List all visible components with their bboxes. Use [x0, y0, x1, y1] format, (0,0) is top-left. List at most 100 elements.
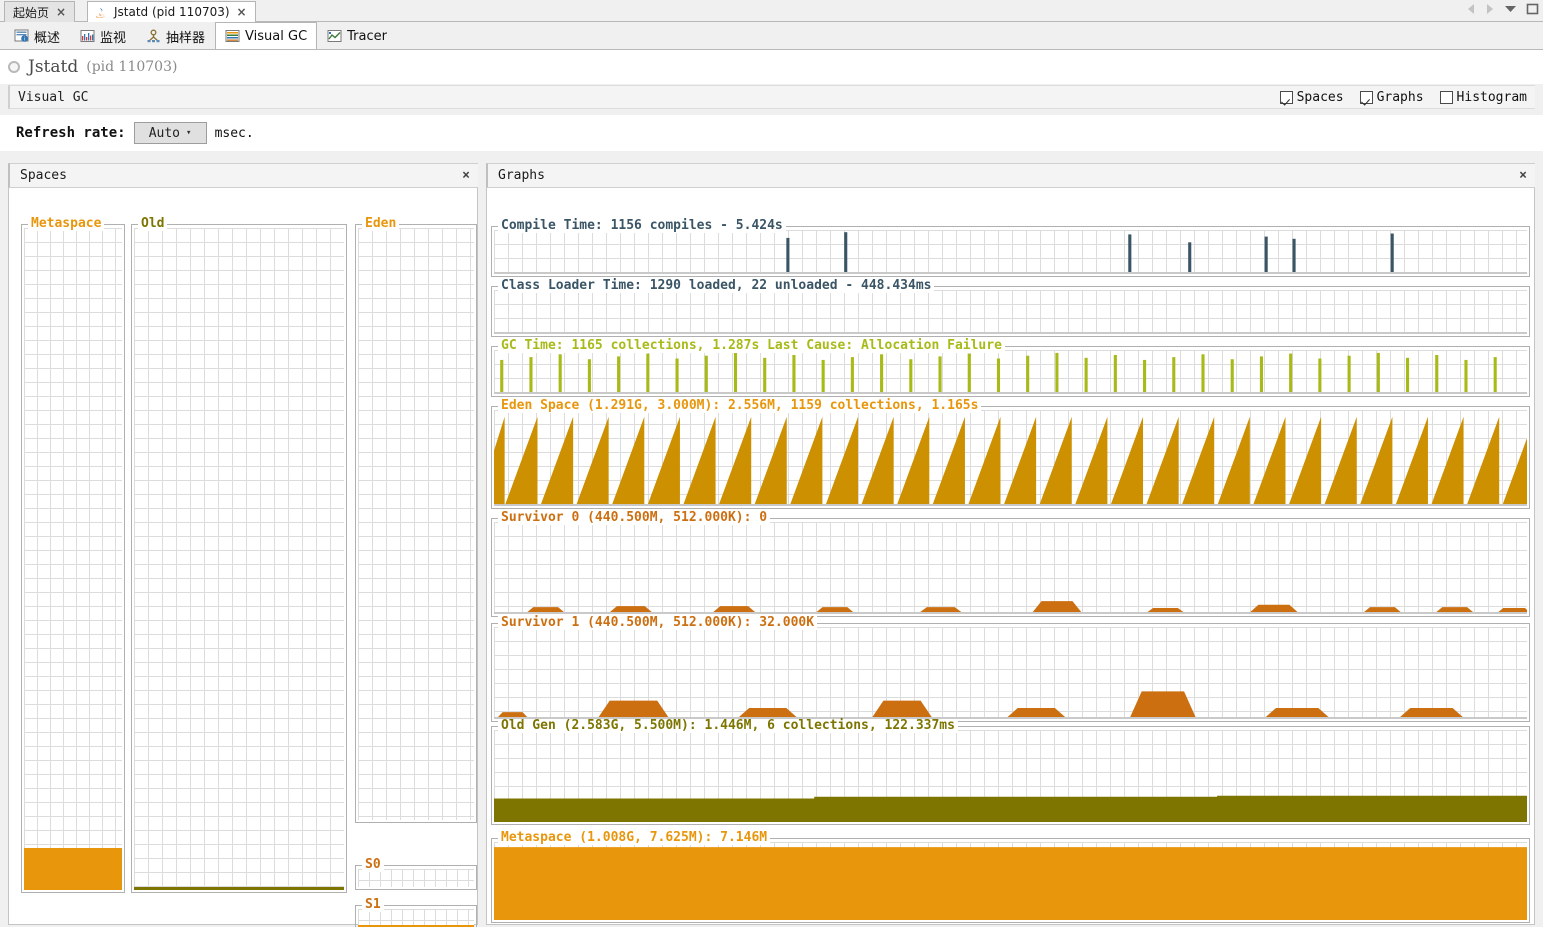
- checkbox-spaces[interactable]: Spaces: [1279, 89, 1344, 105]
- subtab-visual-gc[interactable]: Visual GC: [215, 22, 318, 49]
- subtab-overview[interactable]: i 概述: [4, 22, 70, 49]
- tab-start-page[interactable]: 起始页 ×: [4, 1, 76, 22]
- graph-survivor-0-title: Survivor 0 (440.500M, 512.000K): 0: [498, 511, 771, 525]
- graph-survivor-1-plot-area: [494, 627, 1527, 719]
- graph-old-gen-plot-area: [494, 730, 1527, 822]
- graphs-body: Compile Time: 1156 compiles - 5.424s Clas…: [486, 188, 1535, 925]
- graph-baseline: [494, 820, 1527, 822]
- visual-gc-viewbar: Visual GC Spaces Graphs Histogram: [8, 85, 1535, 109]
- space-cell-s0-label: S0: [362, 858, 384, 872]
- visualvm-window: 起始页 × Jstatd (pid 110703) × i 概述 监视 抽样器 …: [0, 0, 1543, 927]
- tab-jstatd-label: Jstatd (pid 110703): [114, 5, 230, 19]
- subtab-visual-gc-label: Visual GC: [245, 28, 308, 44]
- space-cell-old[interactable]: Old: [131, 217, 347, 893]
- window-tabstrip: 起始页 × Jstatd (pid 110703) ×: [0, 0, 1543, 22]
- scroll-left-icon[interactable]: [1466, 3, 1476, 18]
- graph-baseline: [494, 272, 1527, 274]
- graph-baseline: [494, 612, 1527, 614]
- graph-old-gen[interactable]: Old Gen (2.583G, 5.500M): 1.446M, 6 coll…: [491, 719, 1530, 825]
- refresh-rate-select[interactable]: Auto ▾: [133, 122, 207, 144]
- subtab-sampler[interactable]: 抽样器: [136, 22, 215, 49]
- refresh-rate-label: Refresh rate:: [16, 125, 126, 141]
- space-cell-s1-label: S1: [362, 898, 384, 912]
- refresh-rate-unit: msec.: [214, 125, 254, 141]
- space-cell-metaspace-label: Metaspace: [28, 217, 105, 231]
- graph-metaspace-plot-area: [494, 842, 1527, 920]
- grid: [24, 228, 122, 890]
- java-icon: [95, 6, 109, 19]
- graphs-panel: Graphs × Compile Time: 1156 compiles - 5…: [486, 163, 1535, 925]
- spaces-panel: Spaces × Metaspace Old Eden S0 S1: [8, 163, 478, 927]
- graph-gc-time[interactable]: GC Time: 1165 collections, 1.287s Last C…: [491, 339, 1530, 397]
- spaces-body: Metaspace Old Eden S0 S1: [8, 188, 478, 927]
- graph-metaspace[interactable]: Metaspace (1.008G, 7.625M): 7.146M: [491, 831, 1530, 923]
- space-cell-s0[interactable]: S0: [355, 858, 477, 890]
- graph-eden-space-plot-area: [494, 410, 1527, 506]
- application-header: Jstatd (pid 110703): [0, 50, 1543, 84]
- space-cell-metaspace-fill: [24, 848, 122, 890]
- close-icon[interactable]: ×: [1519, 168, 1527, 183]
- refresh-rate-row: Refresh rate: Auto ▾ msec.: [0, 115, 1543, 151]
- graphs-panel-header: Graphs ×: [486, 163, 1535, 188]
- viewbar-title: Visual GC: [18, 89, 89, 105]
- graph-baseline: [494, 332, 1527, 334]
- grid: [358, 228, 474, 820]
- graph-baseline: [494, 504, 1527, 506]
- graph-class-loader-time-plot-area: [494, 290, 1527, 334]
- graph-eden-space-title: Eden Space (1.291G, 3.000M): 2.556M, 115…: [498, 399, 982, 413]
- checkbox-histogram[interactable]: Histogram: [1439, 90, 1527, 105]
- graph-compile-time[interactable]: Compile Time: 1156 compiles - 5.424s: [491, 219, 1530, 277]
- graph-baseline: [494, 392, 1527, 394]
- status-indicator-icon: [8, 61, 20, 73]
- visualgc-icon: [225, 29, 240, 43]
- graph-survivor-1-series: [494, 627, 1527, 719]
- graph-metaspace-series: [494, 842, 1527, 920]
- space-cell-metaspace[interactable]: Metaspace: [21, 217, 125, 893]
- svg-text:i: i: [24, 36, 25, 42]
- tab-start-page-label: 起始页: [13, 5, 50, 20]
- subtab-tracer-label: Tracer: [347, 28, 387, 44]
- subtab-tracer[interactable]: Tracer: [317, 22, 397, 49]
- close-icon[interactable]: ×: [235, 5, 249, 19]
- graph-baseline: [494, 918, 1527, 920]
- checkbox-spaces-label: Spaces: [1296, 89, 1344, 105]
- grid: [134, 228, 344, 890]
- graph-survivor-0-series: [494, 522, 1527, 614]
- graph-survivor-1[interactable]: Survivor 1 (440.500M, 512.000K): 32.000K: [491, 616, 1530, 722]
- space-cell-old-fill: [134, 887, 344, 890]
- checkbox-graphs[interactable]: Graphs: [1359, 90, 1424, 105]
- space-cell-eden[interactable]: Eden: [355, 217, 477, 823]
- viewbar-checkbox-group: Spaces Graphs Histogram: [1279, 89, 1527, 105]
- close-icon[interactable]: ×: [54, 5, 68, 19]
- graph-survivor-1-title: Survivor 1 (440.500M, 512.000K): 32.000K: [498, 616, 818, 630]
- maximize-icon[interactable]: [1526, 3, 1539, 18]
- graph-class-loader-time[interactable]: Class Loader Time: 1290 loaded, 22 unloa…: [491, 279, 1530, 337]
- graph-compile-time-plot-area: [494, 230, 1527, 274]
- spaces-panel-title: Spaces: [20, 168, 67, 183]
- graph-compile-time-title: Compile Time: 1156 compiles - 5.424s: [498, 219, 786, 233]
- overview-icon: i: [14, 29, 29, 43]
- monitor-icon: [80, 29, 95, 43]
- checkbox-spaces-box[interactable]: [1279, 90, 1293, 104]
- graph-compile-time-series: [494, 230, 1527, 274]
- scroll-right-icon[interactable]: [1485, 3, 1495, 18]
- checkbox-graphs-box[interactable]: [1359, 90, 1373, 104]
- tab-jstatd[interactable]: Jstatd (pid 110703) ×: [87, 1, 256, 22]
- graph-gc-time-title: GC Time: 1165 collections, 1.287s Last C…: [498, 339, 1005, 353]
- checkbox-histogram-box[interactable]: [1439, 90, 1453, 104]
- subtab-monitor[interactable]: 监视: [70, 22, 136, 49]
- graph-gc-time-plot-area: [494, 350, 1527, 394]
- graph-eden-space[interactable]: Eden Space (1.291G, 3.000M): 2.556M, 115…: [491, 399, 1530, 509]
- graph-eden-space-series: [494, 410, 1527, 506]
- spaces-panel-header: Spaces ×: [8, 163, 478, 188]
- tab-list-icon[interactable]: [1504, 3, 1517, 18]
- graph-survivor-0-plot-area: [494, 522, 1527, 614]
- graph-class-loader-time-title: Class Loader Time: 1290 loaded, 22 unloa…: [498, 279, 935, 293]
- graph-metaspace-title: Metaspace (1.008G, 7.625M): 7.146M: [498, 831, 771, 845]
- graph-gc-time-series: [494, 350, 1527, 394]
- view-subtabs: i 概述 监视 抽样器 Visual GC Tracer: [0, 22, 1543, 50]
- space-cell-s1[interactable]: S1: [355, 898, 477, 927]
- close-icon[interactable]: ×: [462, 168, 470, 183]
- page-subtitle: (pid 110703): [86, 59, 178, 75]
- graph-survivor-0[interactable]: Survivor 0 (440.500M, 512.000K): 0: [491, 511, 1530, 617]
